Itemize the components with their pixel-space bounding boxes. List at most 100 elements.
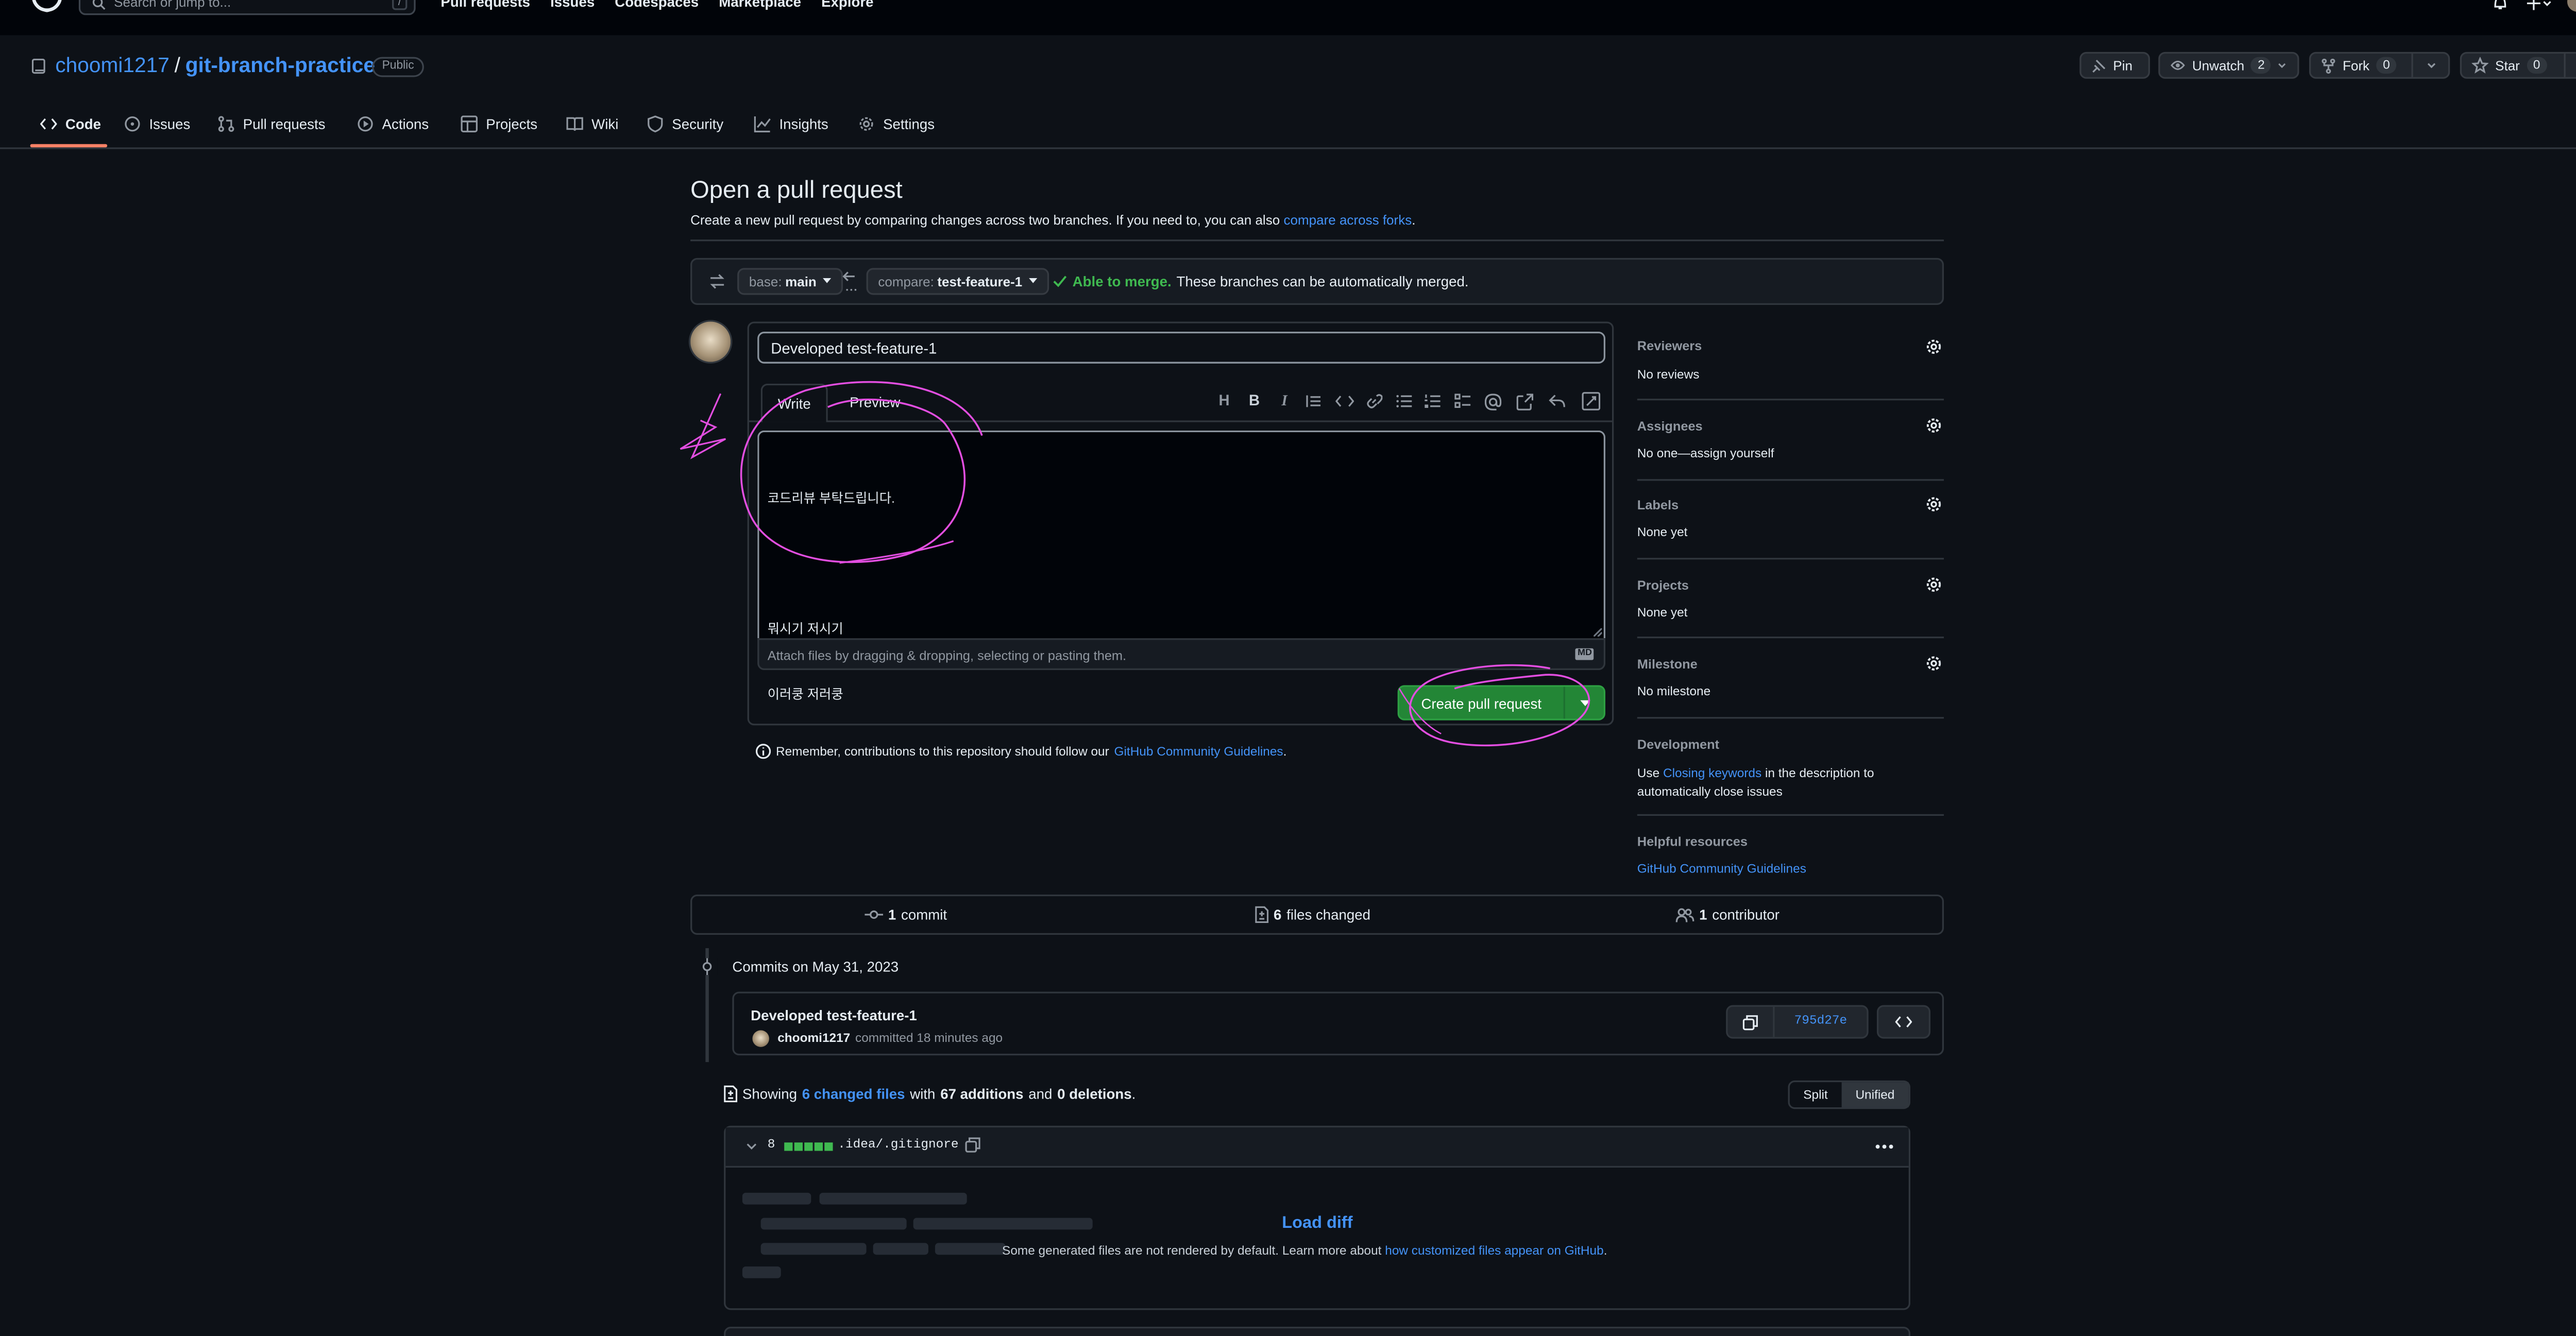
- load-diff-link[interactable]: Load diff: [1282, 1214, 1352, 1233]
- helpful-guidelines-link[interactable]: GitHub Community Guidelines: [1637, 861, 1806, 876]
- copy-sha-button[interactable]: [1727, 1006, 1775, 1037]
- merge-status-label: Able to merge.: [1072, 273, 1172, 290]
- sidebar-labels-label[interactable]: Labels: [1637, 498, 1679, 512]
- sidebar-assignees-label[interactable]: Assignees: [1637, 419, 1703, 434]
- repo-owner-link[interactable]: choomi1217: [55, 54, 170, 77]
- chevron-down-icon: [2427, 62, 2435, 67]
- sidebar-milestone-value: No milestone: [1637, 683, 1711, 699]
- tab-pull-requests[interactable]: Pull requests: [218, 112, 326, 136]
- repo-name-link[interactable]: git-branch-practice: [185, 54, 375, 77]
- global-nav-pull-requests[interactable]: Pull requests: [440, 0, 530, 10]
- global-nav-issues[interactable]: Issues: [550, 0, 595, 10]
- search-placeholder: Search or jump to...: [114, 0, 231, 10]
- repo-breadcrumb: choomi1217 / git-branch-practice: [55, 54, 375, 77]
- reply-icon[interactable]: [1548, 393, 1565, 408]
- tab-insights[interactable]: Insights: [754, 112, 828, 136]
- unified-view-button[interactable]: Unified: [1841, 1082, 1909, 1107]
- tab-settings[interactable]: Settings: [858, 112, 935, 136]
- customized-files-link[interactable]: how customized files appear on GitHub: [1385, 1243, 1603, 1258]
- gear-icon[interactable]: [1925, 417, 1942, 434]
- heading-icon[interactable]: H: [1215, 392, 1233, 410]
- quote-icon[interactable]: [1306, 393, 1323, 408]
- tab-insights-label: Insights: [779, 115, 828, 132]
- global-nav-explore[interactable]: Explore: [821, 0, 873, 10]
- compare-across-forks-link[interactable]: compare across forks: [1283, 213, 1412, 228]
- git-pull-request-icon: [218, 116, 234, 132]
- tab-code[interactable]: Code: [40, 112, 101, 136]
- tab-pull-requests-label: Pull requests: [243, 115, 326, 132]
- gear-icon[interactable]: [1925, 655, 1942, 672]
- bold-icon[interactable]: B: [1245, 392, 1264, 410]
- fork-button[interactable]: Fork 0: [2309, 52, 2450, 79]
- search-input[interactable]: Search or jump to... /: [78, 0, 416, 15]
- sidebar-development-text: Use Closing keywords in the description …: [1637, 764, 1922, 801]
- pr-title-input[interactable]: Developed test-feature-1: [757, 332, 1605, 364]
- link-icon[interactable]: [1366, 393, 1383, 408]
- page-title: Open a pull request: [690, 177, 903, 204]
- browse-repo-button[interactable]: [1876, 1005, 1930, 1039]
- compare-value: test-feature-1: [937, 273, 1023, 289]
- repo-icon: [31, 58, 45, 74]
- diff-placeholder: [742, 1266, 781, 1278]
- code-icon: [1895, 1016, 1912, 1027]
- people-icon: [1675, 907, 1694, 922]
- sidebar-reviewers-label[interactable]: Reviewers: [1637, 338, 1702, 353]
- ordered-list-icon[interactable]: [1425, 393, 1442, 408]
- pr-title-value: Developed test-feature-1: [771, 340, 937, 357]
- contributors-count[interactable]: 1 contributor: [1675, 906, 1780, 923]
- table-icon: [461, 115, 478, 132]
- fullscreen-icon[interactable]: [1582, 392, 1601, 410]
- star-button[interactable]: Star 0: [2460, 52, 2576, 79]
- code-icon[interactable]: [1335, 393, 1354, 408]
- gear-icon[interactable]: [1925, 338, 1942, 355]
- commits-count-value: 1: [888, 906, 896, 923]
- create-new-icon[interactable]: [2526, 0, 2552, 12]
- commit-sha-link[interactable]: 795d27e: [1775, 1007, 1867, 1037]
- github-logo-icon[interactable]: [30, 0, 64, 15]
- gear-icon[interactable]: [1925, 576, 1942, 593]
- resize-handle-icon[interactable]: [1594, 628, 1602, 637]
- commit-message[interactable]: Developed test-feature-1: [751, 1007, 917, 1024]
- split-view-button[interactable]: Split: [1790, 1082, 1841, 1107]
- files-changed-count[interactable]: 6 files changed: [1255, 906, 1370, 923]
- changed-files-link[interactable]: 6 changed files: [802, 1086, 905, 1103]
- base-branch-select[interactable]: base: main: [737, 268, 843, 295]
- tab-actions[interactable]: Actions: [357, 112, 429, 136]
- global-nav-codespaces[interactable]: Codespaces: [615, 0, 699, 10]
- mention-icon[interactable]: [1484, 393, 1502, 410]
- tab-wiki[interactable]: Wiki: [566, 112, 618, 136]
- diff-placeholder: [819, 1192, 967, 1205]
- global-nav-marketplace[interactable]: Marketplace: [719, 0, 801, 10]
- guidelines-link[interactable]: GitHub Community Guidelines: [1114, 744, 1283, 759]
- file-path[interactable]: .idea/.gitignore: [838, 1139, 958, 1153]
- star-dropdown[interactable]: [2564, 54, 2576, 77]
- tab-projects[interactable]: Projects: [461, 112, 537, 136]
- sidebar-milestone-label[interactable]: Milestone: [1637, 657, 1698, 672]
- copy-icon[interactable]: [965, 1137, 980, 1153]
- commit-meta: choomi1217 committed 18 minutes ago: [777, 1030, 1003, 1045]
- pin-label: Pin: [2113, 58, 2133, 73]
- task-list-icon[interactable]: [1454, 393, 1471, 408]
- unordered-list-icon[interactable]: [1396, 393, 1413, 408]
- compare-branch-select[interactable]: compare: test-feature-1: [866, 268, 1049, 295]
- base-label: base:: [749, 273, 782, 289]
- gear-icon[interactable]: [1925, 496, 1942, 513]
- tab-security[interactable]: Security: [647, 112, 723, 136]
- commit-author[interactable]: choomi1217: [777, 1030, 850, 1045]
- italic-icon[interactable]: I: [1275, 392, 1294, 410]
- bell-icon[interactable]: [2492, 0, 2509, 12]
- sidebar-assignees-value[interactable]: No one—assign yourself: [1637, 446, 1774, 460]
- kebab-horizontal-icon[interactable]: [1875, 1144, 1894, 1150]
- sidebar-projects-label[interactable]: Projects: [1637, 578, 1689, 593]
- fork-dropdown[interactable]: [2411, 54, 2448, 77]
- user-avatar[interactable]: [2567, 0, 2576, 12]
- cross-reference-icon[interactable]: [1516, 393, 1534, 410]
- closing-keywords-link[interactable]: Closing keywords: [1663, 765, 1761, 780]
- tab-issues[interactable]: Issues: [124, 112, 190, 136]
- commits-count[interactable]: 1 commit: [865, 906, 947, 923]
- pin-button[interactable]: Pin: [2079, 52, 2150, 79]
- sidebar-divider: [1637, 636, 1944, 639]
- chevron-down-icon[interactable]: [745, 1142, 757, 1151]
- commit-time: committed 18 minutes ago: [855, 1030, 1003, 1046]
- unwatch-button[interactable]: Unwatch 2: [2158, 52, 2299, 79]
